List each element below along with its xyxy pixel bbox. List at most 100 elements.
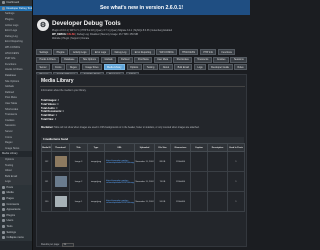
column-header[interactable]: Media ID [41, 143, 52, 152]
sidebar-item-label: Collapse menu [6, 236, 24, 240]
tab[interactable]: Logs [193, 64, 207, 70]
plugin-logo-icon: ⚙ [37, 19, 49, 31]
column-header[interactable]: URL [104, 143, 135, 152]
sidebar-item-label: Image Sizes [5, 146, 20, 150]
tab[interactable]: Crons [51, 64, 65, 70]
tab[interactable]: Transients [193, 56, 212, 63]
table-cell[interactable]: https://example.com/wp-content/uploads/2… [104, 171, 135, 192]
table-cell: image/jpeg [87, 191, 105, 212]
tab[interactable]: Developer Guide [207, 64, 233, 70]
table-cell: 1200x800 [170, 191, 191, 212]
per-page-select[interactable]: 25 [61, 243, 74, 247]
tab[interactable]: User Meta [153, 56, 172, 63]
menu-icon [2, 236, 5, 240]
tab[interactable]: Error Logs [91, 49, 110, 55]
column-header[interactable]: File Size [154, 143, 171, 152]
page-title: Developer Debug Tools [52, 20, 121, 27]
sidebar-item-label: Posts [6, 185, 14, 189]
tab[interactable]: Defined [117, 56, 133, 63]
sidebar-item-label: Hooks & Filters [5, 68, 23, 72]
column-header[interactable]: Uploaded [134, 143, 155, 152]
tab[interactable]: Sessions [230, 56, 248, 63]
sidebar-item-label: Settings [6, 230, 16, 234]
sidebar-item-label: Users [6, 219, 14, 223]
header-links[interactable]: Website | Plugin | Support | Donate [52, 37, 89, 40]
table-cell [207, 191, 228, 212]
tab[interactable]: Options [126, 64, 142, 70]
sidebar-item[interactable]: Collapse menu [0, 234, 32, 241]
banner-text[interactable]: See what's new in version 2.6.0.1! [100, 5, 183, 11]
table-cell: 74 KB [154, 171, 171, 192]
media-count-header: 3 media items found [41, 137, 244, 143]
tab[interactable]: Debug Log [111, 49, 130, 55]
menu-icon [2, 219, 5, 223]
tab[interactable]: Server [36, 64, 51, 70]
sidebar-item-label: Options [5, 157, 14, 161]
tab[interactable]: Media Library [103, 64, 125, 70]
column-header[interactable]: Type [87, 143, 105, 152]
tab[interactable]: Regex [66, 64, 81, 70]
tab[interactable]: Cookies [213, 56, 229, 63]
debug-status: WP_DEBUG: FALSE | Debug Log: Disabled | … [52, 33, 138, 36]
table-cell: November 11, 2024 [134, 151, 155, 172]
sidebar-item-label: Tools [6, 225, 13, 229]
table-cell: Image 2 [69, 171, 88, 192]
sidebar-item-label: Defined [5, 90, 14, 94]
media-stats: Total Images: 3 Total Videos: 0 Total Audi… [41, 99, 64, 122]
tab[interactable]: About [159, 64, 173, 70]
thumbnail-image[interactable] [54, 156, 67, 167]
tab[interactable]: Image Sizes [81, 64, 103, 70]
thumbnail-cell [51, 191, 70, 212]
tab[interactable]: Site Options [79, 56, 100, 63]
tab[interactable]: WP-CONFIG [156, 49, 178, 55]
sidebar-item-label: Logs [5, 180, 11, 184]
tab[interactable]: Globals [100, 56, 117, 63]
whats-new-banner[interactable]: See what's new in version 2.6.0.1! [33, 0, 250, 15]
table-cell: 1200x800 [170, 151, 191, 172]
table-cell: image/jpeg [87, 171, 105, 192]
sidebar-item-label: Testing [5, 163, 14, 167]
menu-icon [2, 197, 5, 201]
tab[interactable]: Settings [36, 49, 52, 55]
column-header[interactable]: Caption [190, 143, 208, 152]
tab[interactable]: Error Reporting [131, 49, 155, 55]
sidebar-item-label: Error Logs [5, 29, 18, 33]
table-cell[interactable]: https://example.com/wp-content/uploads/2… [104, 191, 135, 212]
tab[interactable]: Post Meta [134, 56, 153, 63]
table-cell: 1 [227, 191, 245, 212]
tab[interactable]: Activity Logs [69, 49, 90, 55]
sidebar-item-label: Plugins [6, 213, 16, 217]
tab[interactable]: Hooks & Filters [36, 56, 60, 63]
sidebar-item-label: Plugins [5, 18, 14, 22]
column-header[interactable]: Dimensions [170, 143, 191, 152]
tab[interactable]: Shortcodes [173, 56, 193, 63]
tab[interactable]: Database [60, 56, 78, 63]
thumbnail-image[interactable] [54, 176, 67, 187]
tab[interactable]: PHP Info [199, 49, 217, 55]
table-cell: 1 [227, 151, 245, 172]
column-header[interactable]: Description [207, 143, 228, 152]
tab[interactable]: Functions [217, 49, 236, 55]
menu-icon [2, 202, 5, 206]
tab[interactable]: Testing [143, 64, 158, 70]
sidebar-item-label: Media [6, 191, 14, 195]
column-header[interactable]: Used In Posts [227, 143, 245, 152]
table-cell: 150 [41, 191, 52, 212]
table-cell: 88 KB [154, 151, 171, 172]
plugin-header: ⚙ Developer Debug Tools Plugin v2.6.0.1 … [37, 18, 246, 46]
tab[interactable]: Roles [234, 64, 248, 70]
column-header[interactable]: Thumbnail [51, 143, 70, 152]
tab[interactable]: HTACCESS [178, 49, 199, 55]
sidebar-item-label: Shortcodes [5, 107, 19, 111]
sidebar-item-label: Server [5, 129, 13, 133]
sidebar-item-label: Functions [5, 62, 17, 66]
menu-icon [2, 185, 5, 189]
tab[interactable]: Plugins [53, 49, 68, 55]
thumbnail-image[interactable] [54, 196, 67, 207]
column-header[interactable]: Title [69, 143, 88, 152]
table-cell: 152 [41, 151, 52, 172]
menu-icon [2, 6, 5, 10]
table-cell[interactable]: https://example.com/wp-content/uploads/2… [104, 151, 135, 172]
tab[interactable]: Bulk Email [174, 64, 193, 70]
menu-icon [2, 230, 5, 234]
